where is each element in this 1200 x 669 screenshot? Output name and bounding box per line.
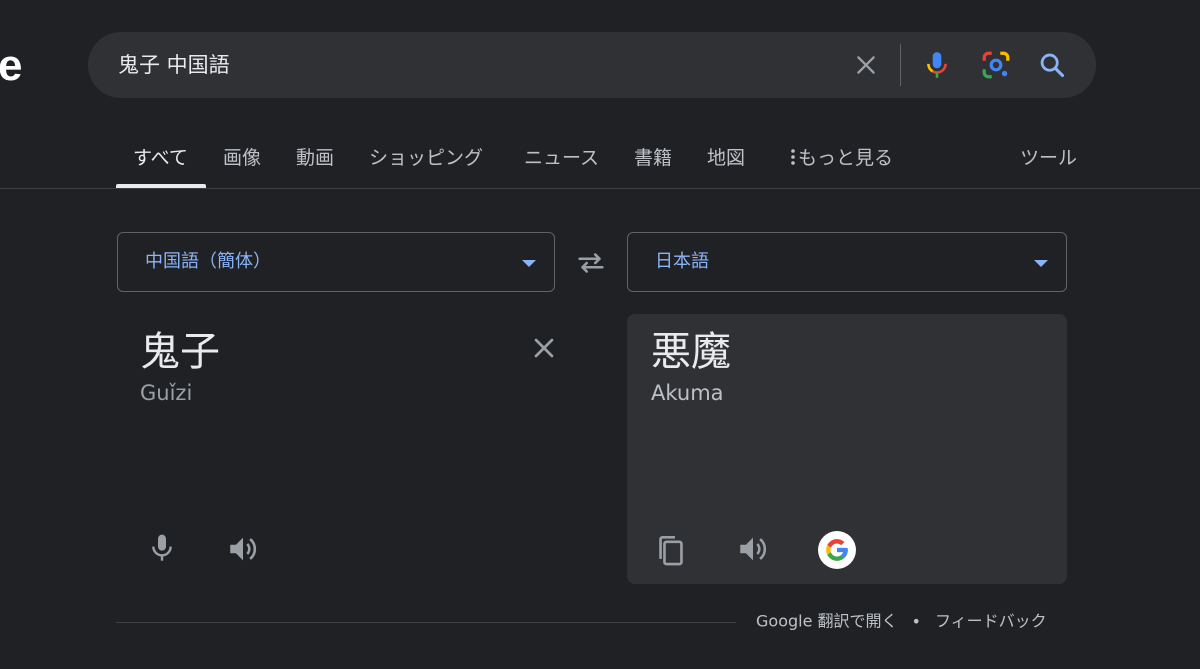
- tabs-divider: [0, 188, 1200, 189]
- footer-separator: •: [911, 611, 921, 631]
- speaker-icon[interactable]: [226, 532, 260, 566]
- lens-icon[interactable]: [980, 49, 1012, 81]
- google-logo[interactable]: e: [0, 44, 22, 88]
- swap-languages-icon[interactable]: [574, 246, 608, 280]
- translation-result-panel: 悪魔 Akuma: [627, 314, 1067, 584]
- target-language-label: 日本語: [655, 251, 709, 272]
- search-divider: [900, 44, 901, 86]
- source-language-select[interactable]: 中国語（簡体）: [117, 232, 555, 292]
- tab-news[interactable]: ニュース: [524, 144, 599, 172]
- search-results-page: e 鬼子 中国語 すべて 画像 動画 ショッピング ニュース 書籍 地図 もっと…: [0, 0, 1200, 669]
- target-language-select[interactable]: 日本語: [627, 232, 1067, 292]
- dropdown-caret-icon: [522, 260, 536, 267]
- tab-all[interactable]: すべて: [133, 144, 188, 172]
- close-icon[interactable]: [850, 49, 882, 81]
- tab-more[interactable]: もっと見る: [788, 144, 893, 172]
- source-text[interactable]: 鬼子: [140, 326, 220, 378]
- translated-text: 悪魔: [651, 329, 731, 375]
- clear-source-icon[interactable]: [528, 332, 560, 364]
- footer-divider: [116, 622, 736, 623]
- search-tabs: すべて 画像 動画 ショッピング ニュース 書籍 地図 もっと見る ツール: [0, 140, 1200, 188]
- source-language-label: 中国語（簡体）: [145, 251, 271, 272]
- search-bar[interactable]: 鬼子 中国語: [88, 32, 1096, 98]
- tab-more-label: もっと見る: [798, 147, 894, 169]
- copy-icon[interactable]: [655, 534, 689, 568]
- tab-shopping[interactable]: ショッピング: [369, 144, 483, 172]
- translated-romanization: Akuma: [651, 381, 724, 405]
- tab-maps[interactable]: 地図: [707, 144, 745, 172]
- mic-icon[interactable]: [146, 532, 178, 564]
- open-in-google-translate-link[interactable]: Google 翻訳で開く: [756, 612, 898, 631]
- speaker-icon[interactable]: [736, 532, 770, 566]
- tab-images[interactable]: 画像: [223, 144, 261, 172]
- search-icon[interactable]: [1036, 49, 1068, 81]
- feedback-link[interactable]: フィードバック: [935, 612, 1047, 631]
- source-romanization: Guǐzi: [140, 381, 193, 405]
- translate-footer: Google 翻訳で開く • フィードバック: [756, 608, 1047, 635]
- tools-button[interactable]: ツール: [1020, 144, 1077, 172]
- more-vert-icon: [791, 149, 795, 165]
- tab-videos[interactable]: 動画: [296, 144, 334, 172]
- search-input[interactable]: 鬼子 中国語: [118, 50, 230, 80]
- dropdown-caret-icon: [1034, 260, 1048, 267]
- mic-icon[interactable]: [921, 49, 953, 81]
- google-g-icon[interactable]: [818, 531, 856, 569]
- tab-books[interactable]: 書籍: [634, 144, 672, 172]
